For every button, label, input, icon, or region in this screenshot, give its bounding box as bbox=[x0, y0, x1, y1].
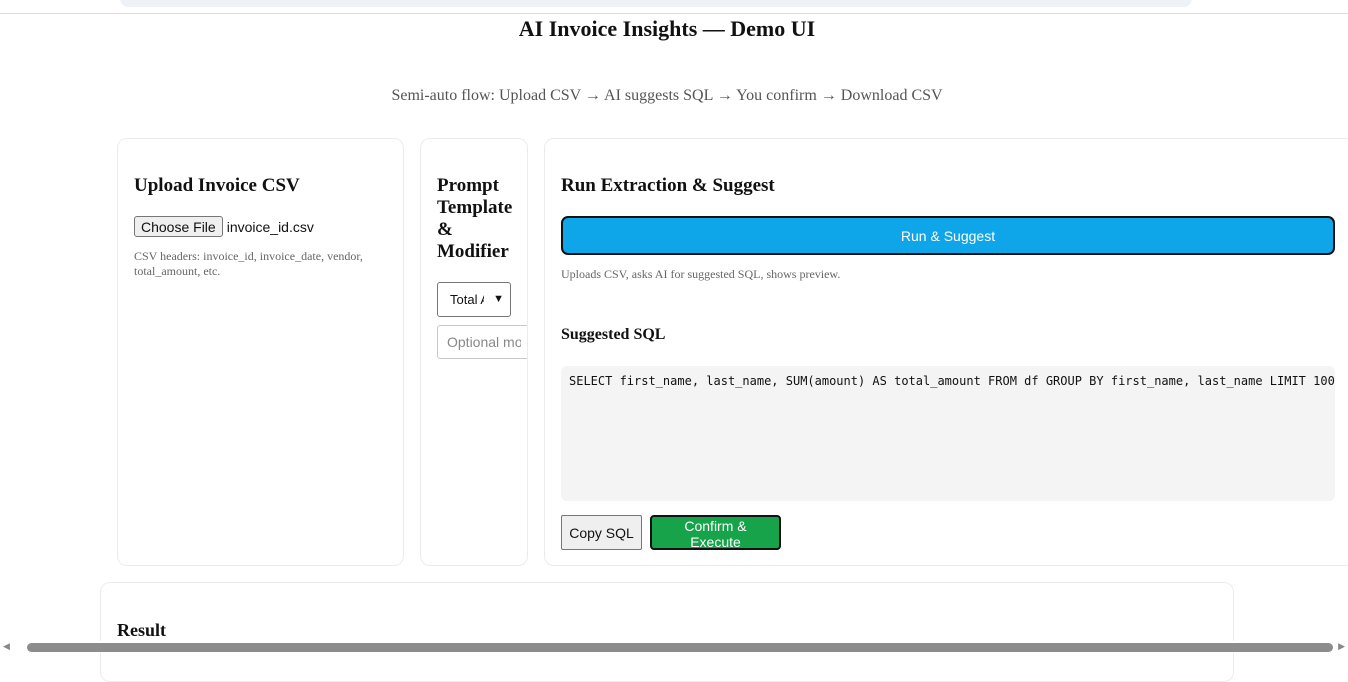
address-bar-edge bbox=[120, 0, 1192, 7]
run-card: Run Extraction & Suggest Run & Suggest U… bbox=[544, 138, 1348, 566]
scroll-left-arrow-icon[interactable]: ◀ bbox=[3, 641, 10, 653]
upload-heading: Upload Invoice CSV bbox=[134, 175, 300, 196]
prompt-card: Prompt Template & Modifier Total A ▼ bbox=[420, 138, 528, 566]
run-suggest-button[interactable]: Run & Suggest bbox=[561, 216, 1335, 255]
selected-file-name: invoice_id.csv bbox=[226, 218, 314, 235]
run-heading: Run Extraction & Suggest bbox=[561, 175, 775, 196]
file-input[interactable]: Choose File invoice_id.csv bbox=[134, 216, 314, 237]
scrollbar-thumb[interactable] bbox=[27, 643, 1333, 652]
confirm-execute-button[interactable]: Confirm & Execute bbox=[650, 515, 781, 550]
copy-sql-button[interactable]: Copy SQL bbox=[561, 515, 642, 550]
suggested-sql-label: Suggested SQL bbox=[561, 326, 666, 343]
modifier-input[interactable] bbox=[437, 325, 527, 359]
result-heading: Result bbox=[117, 620, 166, 640]
scroll-right-arrow-icon[interactable]: ▶ bbox=[1338, 641, 1345, 653]
horizontal-scrollbar[interactable]: ◀ ▶ bbox=[0, 641, 1348, 653]
result-card: Result bbox=[100, 582, 1234, 682]
page-title: AI Invoice Insights — Demo UI bbox=[518, 16, 816, 41]
csv-headers-hint: CSV headers: invoice_id, invoice_date, v… bbox=[134, 249, 363, 278]
browser-top-bar bbox=[0, 0, 1348, 14]
chevron-down-icon: ▼ bbox=[493, 293, 504, 305]
suggested-sql-box[interactable]: SELECT first_name, last_name, SUM(amount… bbox=[561, 366, 1335, 501]
upload-card: Upload Invoice CSV Choose File invoice_i… bbox=[117, 138, 404, 566]
prompt-heading: Prompt Template & Modifier bbox=[437, 175, 513, 262]
choose-file-button[interactable]: Choose File bbox=[134, 216, 223, 237]
prompt-template-value: Total A bbox=[450, 292, 484, 307]
page-subtitle: Semi-auto flow: Upload CSV → AI suggests… bbox=[391, 87, 943, 104]
run-hint: Uploads CSV, asks AI for suggested SQL, … bbox=[561, 267, 841, 281]
prompt-template-select[interactable]: Total A ▼ bbox=[437, 282, 511, 317]
